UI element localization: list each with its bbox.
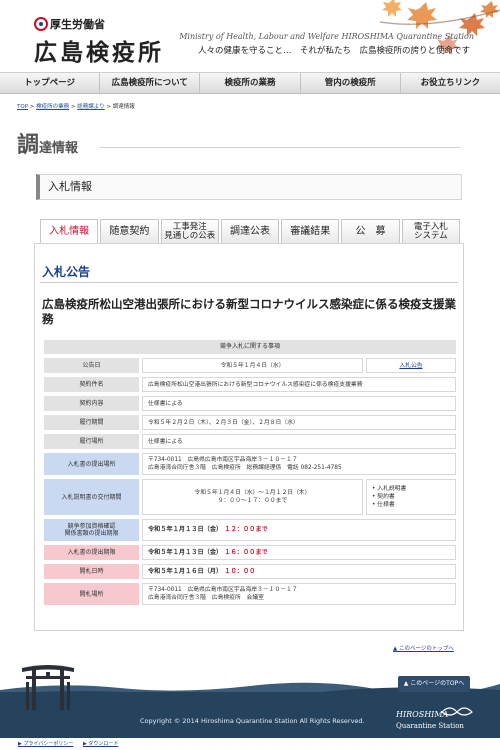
breadcrumb-current: 調達情報 [112,104,135,110]
breadcrumb-services[interactable]: 検疫所の業務 [36,104,69,110]
row-label: 契約件名 [44,377,139,392]
row-label: 公告日 [44,358,139,373]
row-label: 開札場所 [44,583,139,605]
dist-period-value: 令和５年１月４日（水）～１月１２日（木） ９：００～１７：００まで [142,479,363,515]
row-label: 入札書の提出期限 [44,545,139,560]
open-place-value: 〒734-0011 広島県広島市南区宇品海岸３－１０－１７ 広島港湾合同庁舎３階 … [142,583,456,605]
page-title-rest: 達情報 [39,141,79,156]
table-row: 開札日時 令和５年１月１６日（月） １０：００ [44,564,456,579]
breadcrumb-top[interactable]: TOP [17,104,28,110]
row-label: 開札日時 [44,564,139,579]
tab-private-contract[interactable]: 随意契約 [100,219,159,243]
submit-place-value: 〒734-0011 広島県広島市南区宇品海岸３－１０－１７ 広島港湾合同庁舎３階 … [142,453,456,475]
back-to-top-link[interactable]: ▲ このページのトップへ [393,644,454,652]
tagline-japanese: 人々の健康を守ること… それが私たち 広島検疫所の誇りと使命です [197,46,470,56]
notice-link[interactable]: 入札公告 [399,362,422,370]
list-item: 契約書 [372,493,406,501]
notice-date-value: 令和５年１月４日（水） [142,358,363,373]
table-header: 競争入札に関する事項 [44,340,456,354]
tab-bid-info[interactable]: 入札情報 [40,219,99,243]
tab-procurement-publication[interactable]: 調達公表 [220,219,280,243]
back-to-top-button[interactable]: ▲ このページのTOPへ [398,676,470,692]
torii-gate-icon [22,665,74,710]
page-title-first-char: 調 [17,132,40,158]
table-row: 開札場所 〒734-0011 広島県広島市南区宇品海岸３－１０－１７ 広島港湾合同… [44,583,456,605]
breadcrumb: TOP > 検疫所の業務 > 総務課より > 調達情報 [17,104,135,110]
table-row: 契約件名 広島検疫所松山空港出張所における新型コロナウイルス感染症に係る検疫支援… [44,377,456,392]
row-label: 契約内容 [44,396,139,411]
tab-public-offering[interactable]: 公 募 [341,219,400,243]
download-link[interactable]: ▶ ダウンロード [83,741,118,747]
list-item: 仕様書 [372,501,406,509]
ministry-name: 厚生労働省 [50,18,105,31]
title-divider [100,147,460,148]
table-row: 入札書の提出場所 〒734-0011 広島県広島市南区宇品海岸３－１０－１７ 広島… [44,453,456,475]
row-label: 履行期間 [44,415,139,430]
sub-heading: 入札情報 [36,174,462,200]
table-header-row: 競争入札に関する事項 [44,340,456,354]
privacy-policy-link[interactable]: ▶ プライバシーポリシー [18,741,73,747]
contract-name-value: 広島検疫所松山空港出張所における新型コロナウイルス感染症に係る検疫支援業務 [142,377,456,392]
row-label: 入札説明書の交付期間 [44,479,139,515]
site-header: 厚生労働省 広島検疫所 Ministry of Health, Labour a… [0,0,500,72]
breadcrumb-general-affairs[interactable]: 総務課より [77,104,104,110]
tab-construction-outlook[interactable]: 工事発注 見通しの公表 [160,219,219,243]
nav-item-stations[interactable]: 管内の検疫所 [301,73,401,93]
footer-logo-text-bottom: Quarantine Station [396,722,464,730]
tagline-english: Ministry of Health, Labour and Welfare H… [179,32,474,41]
contract-content-value: 仕様書による [142,396,456,411]
copyright: Copyright © 2014 Hiroshima Quarantine St… [140,717,365,725]
place-value: 仕様書による [142,434,456,449]
table-row: 履行期間 令和５年２月２日（木）、２月３日（金）、２月８日（水） [44,415,456,430]
procurement-tabs: 入札情報 随意契約 工事発注 見通しの公表 調達公表 審議結果 公 募 電子入札シ… [40,219,460,243]
footer-links: ▶ プライバシーポリシー ▶ ダウンロード [18,740,126,747]
table-row: 履行場所 仕様書による [44,434,456,449]
footer-logo-text-top: HIROSHIMA [396,710,449,719]
bid-notice-heading: 入札公告 [42,265,91,279]
row-label: 競争参加資格確認 関係書類の提出期限 [44,519,139,541]
nav-item-about[interactable]: 広島検疫所について [100,73,201,93]
table-row: 契約内容 仕様書による [44,396,456,411]
notice-link-cell: 入札公告 [366,358,456,373]
row-label: 履行場所 [44,434,139,449]
table-row: 入札書の提出期限 令和５年１月１３日（金） １６：００まで [44,545,456,560]
heading-divider [40,282,458,283]
bid-info-table: 競争入札に関する事項 公告日 令和５年１月４日（水） 入札公告 契約件名 広島検… [44,340,456,609]
table-row: 公告日 令和５年１月４日（水） 入札公告 [44,358,456,373]
tab-review-results[interactable]: 審議結果 [281,219,340,243]
tab-e-bidding-system[interactable]: 電子入札 システム [401,219,460,243]
nav-item-services[interactable]: 検疫所の業務 [200,73,301,93]
period-value: 令和５年２月２日（木）、２月３日（金）、２月８日（水） [142,415,456,430]
bid-deadline-value: 令和５年１月１３日（金） １６：００まで [142,545,456,560]
nav-item-links[interactable]: お役立ちリンク [401,73,500,93]
table-row: 競争参加資格確認 関係書類の提出期限 令和５年１月１３日（金） １２：００まで [44,519,456,541]
open-date-value: 令和５年１月１６日（月） １０：００ [142,564,456,579]
nav-item-top[interactable]: トップページ [0,73,101,93]
dist-docs-cell: 入札説明書 契約書 仕様書 [366,479,456,515]
page-title: 調達情報 [17,127,78,159]
ministry-logo-icon [34,17,48,31]
list-item: 入札説明書 [372,485,406,493]
global-nav: トップページ 広島検疫所について 検疫所の業務 管内の検疫所 お役立ちリンク [0,72,500,94]
row-label: 入札書の提出場所 [44,453,139,475]
bid-title: 広島検疫所松山空港出張所における新型コロナウイルス感染症に係る検疫支援業務 [42,297,456,326]
site-title[interactable]: 広島検疫所 [34,33,164,67]
qual-deadline-value: 令和５年１月１３日（金） １２：００まで [142,519,456,541]
table-row: 入札説明書の交付期間 令和５年１月４日（水）～１月１２日（木） ９：００～１７：０… [44,479,456,515]
